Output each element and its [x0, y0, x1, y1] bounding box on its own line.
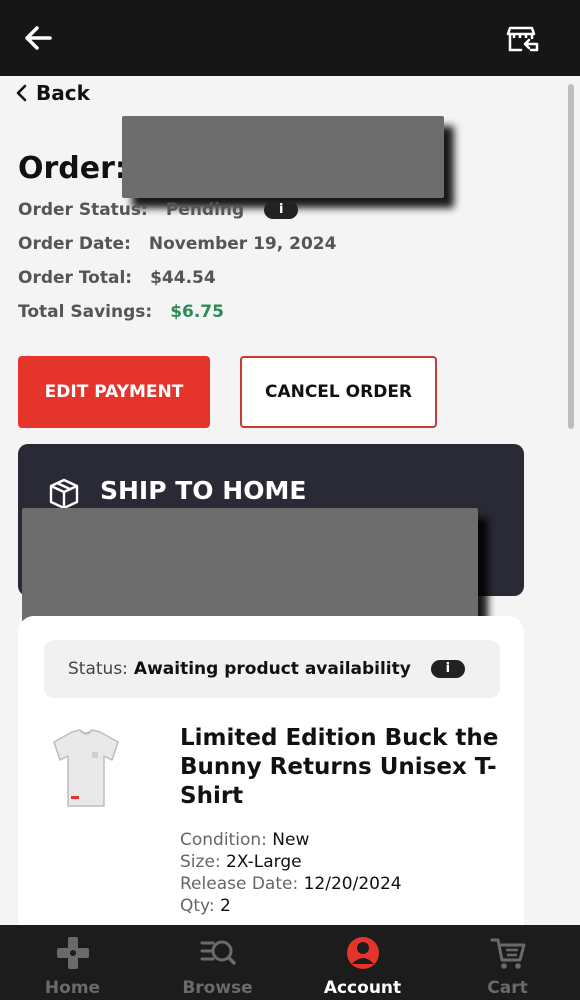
total-savings-label: Total Savings: [18, 302, 153, 322]
product-image[interactable] [46, 726, 126, 810]
order-title: Order: [18, 151, 127, 186]
condition-value: New [272, 830, 310, 850]
cancel-order-button[interactable]: CANCEL ORDER [240, 356, 437, 428]
package-icon [49, 478, 79, 510]
order-status-row: Order Status: Pending i [18, 200, 299, 220]
order-total-value: $44.54 [150, 268, 216, 288]
order-total-row: Order Total: $44.54 [18, 268, 216, 288]
order-detail-content: Back Order: Order Status: Pending i Orde… [0, 76, 580, 925]
back-link[interactable]: Back [14, 78, 90, 108]
size-label: Size: [180, 852, 221, 872]
info-icon[interactable]: i [264, 201, 299, 219]
nav-browse[interactable]: Browse [145, 925, 290, 1000]
nav-cart[interactable]: Cart [435, 925, 580, 1000]
store-return-icon[interactable] [504, 20, 540, 56]
scrollbar[interactable] [568, 84, 574, 429]
chevron-left-icon [16, 84, 27, 102]
release-date-value: 12/20/2024 [303, 874, 402, 894]
redacted-order-number [122, 116, 444, 198]
bottom-navigation: Home Browse Account Cart [0, 925, 580, 1000]
qty-label: Qty: [180, 896, 215, 916]
order-total-label: Order Total: [18, 268, 133, 288]
nav-home[interactable]: Home [0, 925, 145, 1000]
info-icon[interactable]: i [430, 660, 465, 678]
item-status-box: Status: Awaiting product availability i [44, 640, 500, 698]
nav-account[interactable]: Account [290, 925, 435, 1000]
cart-icon [490, 938, 525, 969]
condition-row: Condition: New [180, 830, 309, 850]
size-row: Size: 2X-Large [180, 852, 302, 872]
size-value: 2X-Large [226, 852, 302, 872]
item-status-label: Status: [68, 659, 128, 679]
ship-to-home-title: SHIP TO HOME [100, 476, 307, 505]
total-savings-row: Total Savings: $6.75 [18, 302, 224, 322]
arrow-left-icon[interactable] [20, 20, 56, 56]
nav-account-label: Account [323, 978, 402, 998]
order-item-card: Status: Awaiting product availability i … [18, 616, 524, 925]
redacted-address [22, 508, 478, 624]
order-date-value: November 19, 2024 [148, 234, 337, 254]
order-date-label: Order Date: [18, 234, 131, 254]
top-app-bar [0, 0, 580, 76]
order-status-label: Order Status: [18, 200, 148, 220]
item-status-value: Awaiting product availability [133, 659, 411, 679]
order-status-value: Pending [165, 200, 245, 220]
condition-label: Condition: [180, 830, 267, 850]
order-date-row: Order Date: November 19, 2024 [18, 234, 336, 254]
qty-row: Qty: 2 [180, 896, 231, 916]
product-name[interactable]: Limited Edition Buck the Bunny Returns U… [180, 724, 500, 811]
release-date-row: Release Date: 12/20/2024 [180, 874, 402, 894]
nav-home-label: Home [44, 978, 101, 998]
nav-cart-label: Cart [487, 978, 528, 998]
back-label: Back [36, 81, 90, 105]
qty-value: 2 [220, 896, 231, 916]
release-date-label: Release Date: [180, 874, 299, 894]
nav-browse-label: Browse [182, 978, 253, 998]
account-icon [346, 937, 379, 969]
edit-payment-button[interactable]: EDIT PAYMENT [18, 356, 210, 428]
gamepad-icon [56, 937, 89, 969]
total-savings-value: $6.75 [170, 302, 224, 322]
browse-search-icon [200, 940, 236, 965]
